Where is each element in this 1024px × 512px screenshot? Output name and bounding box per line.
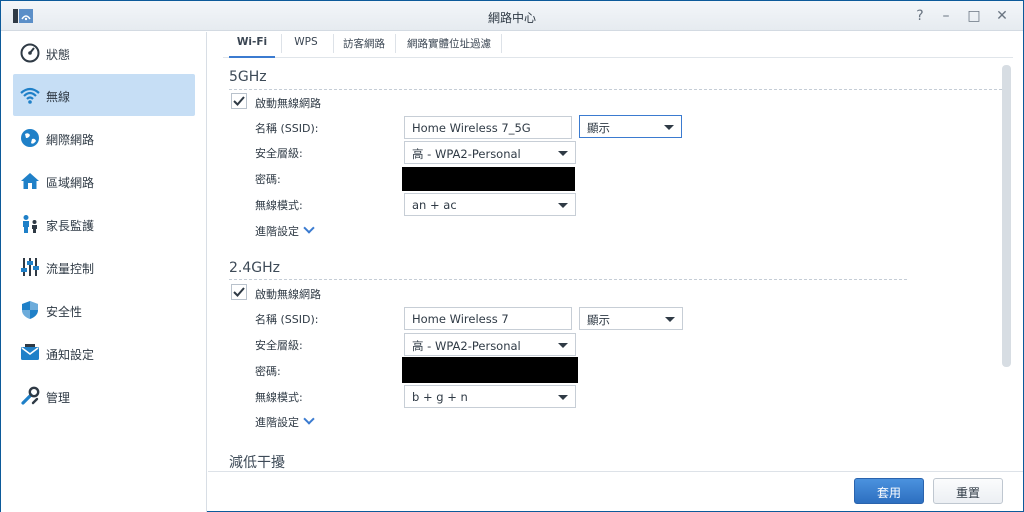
tab-bar: Wi-Fi WPS 訪客網路 網路實體位址過濾 bbox=[223, 32, 1013, 58]
security-value: 高 - WPA2-Personal bbox=[412, 147, 521, 161]
sliders-icon bbox=[21, 258, 39, 276]
home-icon bbox=[21, 173, 39, 189]
scrollbar-thumb[interactable] bbox=[1002, 65, 1011, 367]
sidebar-item-label: 家長監護 bbox=[46, 219, 95, 233]
sidebar-item-lan[interactable]: 區域網路 bbox=[13, 160, 195, 202]
sidebar-item-label: 安全性 bbox=[46, 305, 83, 319]
section-title-interference: 減低干擾 bbox=[229, 455, 285, 471]
apply-button[interactable]: 套用 bbox=[854, 478, 924, 504]
chevron-down-icon bbox=[558, 203, 568, 208]
advanced-24ghz-link[interactable]: 進階設定 bbox=[255, 413, 315, 430]
chevron-down-icon bbox=[303, 413, 315, 425]
security-5ghz-select[interactable]: 高 - WPA2-Personal bbox=[404, 141, 576, 164]
security-value: 高 - WPA2-Personal bbox=[412, 339, 521, 353]
sidebar-item-status[interactable]: 狀態 bbox=[13, 32, 195, 74]
ssid-5ghz-label: 名稱 (SSID): bbox=[255, 122, 319, 135]
family-icon bbox=[23, 215, 37, 233]
sidebar-item-label: 流量控制 bbox=[46, 262, 95, 276]
tab-divider bbox=[395, 34, 396, 53]
advanced-5ghz-link[interactable]: 進階設定 bbox=[255, 222, 315, 239]
sidebar-item-label: 管理 bbox=[46, 391, 71, 405]
network-center-window: 網路中心 ? – □ ✕ 狀態 無線 網際網路 區域網路 家長監護 流量控制 安… bbox=[0, 0, 1024, 512]
ssid-24ghz-label: 名稱 (SSID): bbox=[255, 313, 319, 326]
gauge-icon bbox=[20, 43, 40, 63]
ssid-24ghz-input[interactable]: Home Wireless 7 bbox=[404, 307, 572, 330]
sidebar: 狀態 無線 網際網路 區域網路 家長監護 流量控制 安全性 通知設定 管理 bbox=[1, 32, 207, 512]
reset-button[interactable]: 重置 bbox=[933, 478, 1003, 504]
enable-24ghz-checkbox[interactable] bbox=[231, 284, 247, 300]
enable-24ghz-label: 啟動無線網路 bbox=[255, 288, 321, 301]
chevron-down-icon bbox=[558, 395, 568, 400]
password-24ghz-label: 密碼: bbox=[255, 365, 281, 378]
advanced-label: 進階設定 bbox=[255, 416, 299, 429]
close-icon[interactable]: ✕ bbox=[993, 7, 1011, 25]
enable-5ghz-checkbox[interactable] bbox=[231, 93, 247, 109]
password-24ghz-input-redacted[interactable] bbox=[402, 357, 578, 383]
visibility-value: 顯示 bbox=[587, 121, 610, 135]
tab-wifi[interactable]: Wi-Fi bbox=[229, 32, 275, 58]
chevron-down-icon bbox=[558, 151, 568, 156]
ssid-5ghz-visibility-select[interactable]: 顯示 bbox=[579, 115, 682, 138]
globe-icon bbox=[21, 129, 39, 147]
window-title: 網路中心 bbox=[487, 11, 536, 25]
sidebar-item-security[interactable]: 安全性 bbox=[13, 289, 195, 331]
ssid-5ghz-input[interactable]: Home Wireless 7_5G bbox=[404, 116, 572, 139]
tab-guest-network[interactable]: 訪客網路 bbox=[338, 32, 390, 58]
ssid-24ghz-visibility-select[interactable]: 顯示 bbox=[579, 307, 683, 330]
tab-mac-filter[interactable]: 網路實體位址過濾 bbox=[401, 32, 497, 58]
maximize-icon[interactable]: □ bbox=[965, 7, 983, 25]
password-5ghz-input-redacted[interactable] bbox=[402, 167, 575, 191]
sidebar-item-label: 狀態 bbox=[46, 48, 71, 62]
security-5ghz-label: 安全層級: bbox=[255, 147, 303, 160]
section-divider bbox=[229, 279, 907, 280]
tab-divider bbox=[501, 34, 502, 53]
wifi-icon bbox=[20, 87, 40, 104]
sidebar-item-label: 通知設定 bbox=[46, 348, 95, 362]
password-5ghz-label: 密碼: bbox=[255, 173, 281, 186]
section-title-24ghz: 2.4GHz bbox=[229, 260, 280, 276]
sidebar-item-wireless[interactable]: 無線 bbox=[13, 74, 195, 116]
notification-icon bbox=[21, 344, 39, 360]
sidebar-item-parental[interactable]: 家長監護 bbox=[13, 203, 195, 245]
mode-24ghz-label: 無線模式: bbox=[255, 391, 303, 404]
mode-value: b + g + n bbox=[412, 390, 468, 404]
tab-divider bbox=[333, 34, 334, 53]
security-24ghz-label: 安全層級: bbox=[255, 339, 303, 352]
mode-24ghz-select[interactable]: b + g + n bbox=[404, 385, 576, 408]
chevron-down-icon bbox=[558, 343, 568, 348]
enable-5ghz-label: 啟動無線網路 bbox=[255, 97, 321, 110]
sidebar-item-label: 無線 bbox=[46, 90, 71, 104]
mode-5ghz-select[interactable]: an + ac bbox=[404, 193, 576, 216]
visibility-value: 顯示 bbox=[587, 313, 610, 327]
title-bar: 網路中心 ? – □ ✕ bbox=[1, 1, 1023, 31]
shield-icon bbox=[22, 301, 38, 319]
security-24ghz-select[interactable]: 高 - WPA2-Personal bbox=[404, 333, 576, 356]
tab-wps[interactable]: WPS bbox=[285, 32, 327, 58]
advanced-label: 進階設定 bbox=[255, 225, 299, 238]
chevron-down-icon bbox=[664, 125, 674, 130]
chevron-down-icon bbox=[665, 317, 675, 322]
pin-icon[interactable]: – bbox=[937, 7, 955, 25]
sidebar-item-management[interactable]: 管理 bbox=[13, 375, 195, 417]
sidebar-item-internet[interactable]: 網際網路 bbox=[13, 117, 195, 159]
wifi-settings-panel: 5GHz 啟動無線網路 名稱 (SSID): Home Wireless 7_5… bbox=[208, 59, 1008, 471]
sidebar-item-label: 區域網路 bbox=[46, 176, 95, 190]
chevron-down-icon bbox=[303, 222, 315, 234]
tab-divider bbox=[281, 34, 282, 53]
help-icon[interactable]: ? bbox=[911, 7, 929, 25]
section-divider bbox=[229, 89, 1008, 90]
section-title-5ghz: 5GHz bbox=[229, 69, 267, 85]
sidebar-item-traffic[interactable]: 流量控制 bbox=[13, 246, 195, 288]
mode-5ghz-label: 無線模式: bbox=[255, 199, 303, 212]
sidebar-item-notification[interactable]: 通知設定 bbox=[13, 332, 195, 374]
tools-icon bbox=[21, 386, 40, 405]
sidebar-item-label: 網際網路 bbox=[46, 133, 95, 147]
mode-value: an + ac bbox=[412, 198, 457, 212]
